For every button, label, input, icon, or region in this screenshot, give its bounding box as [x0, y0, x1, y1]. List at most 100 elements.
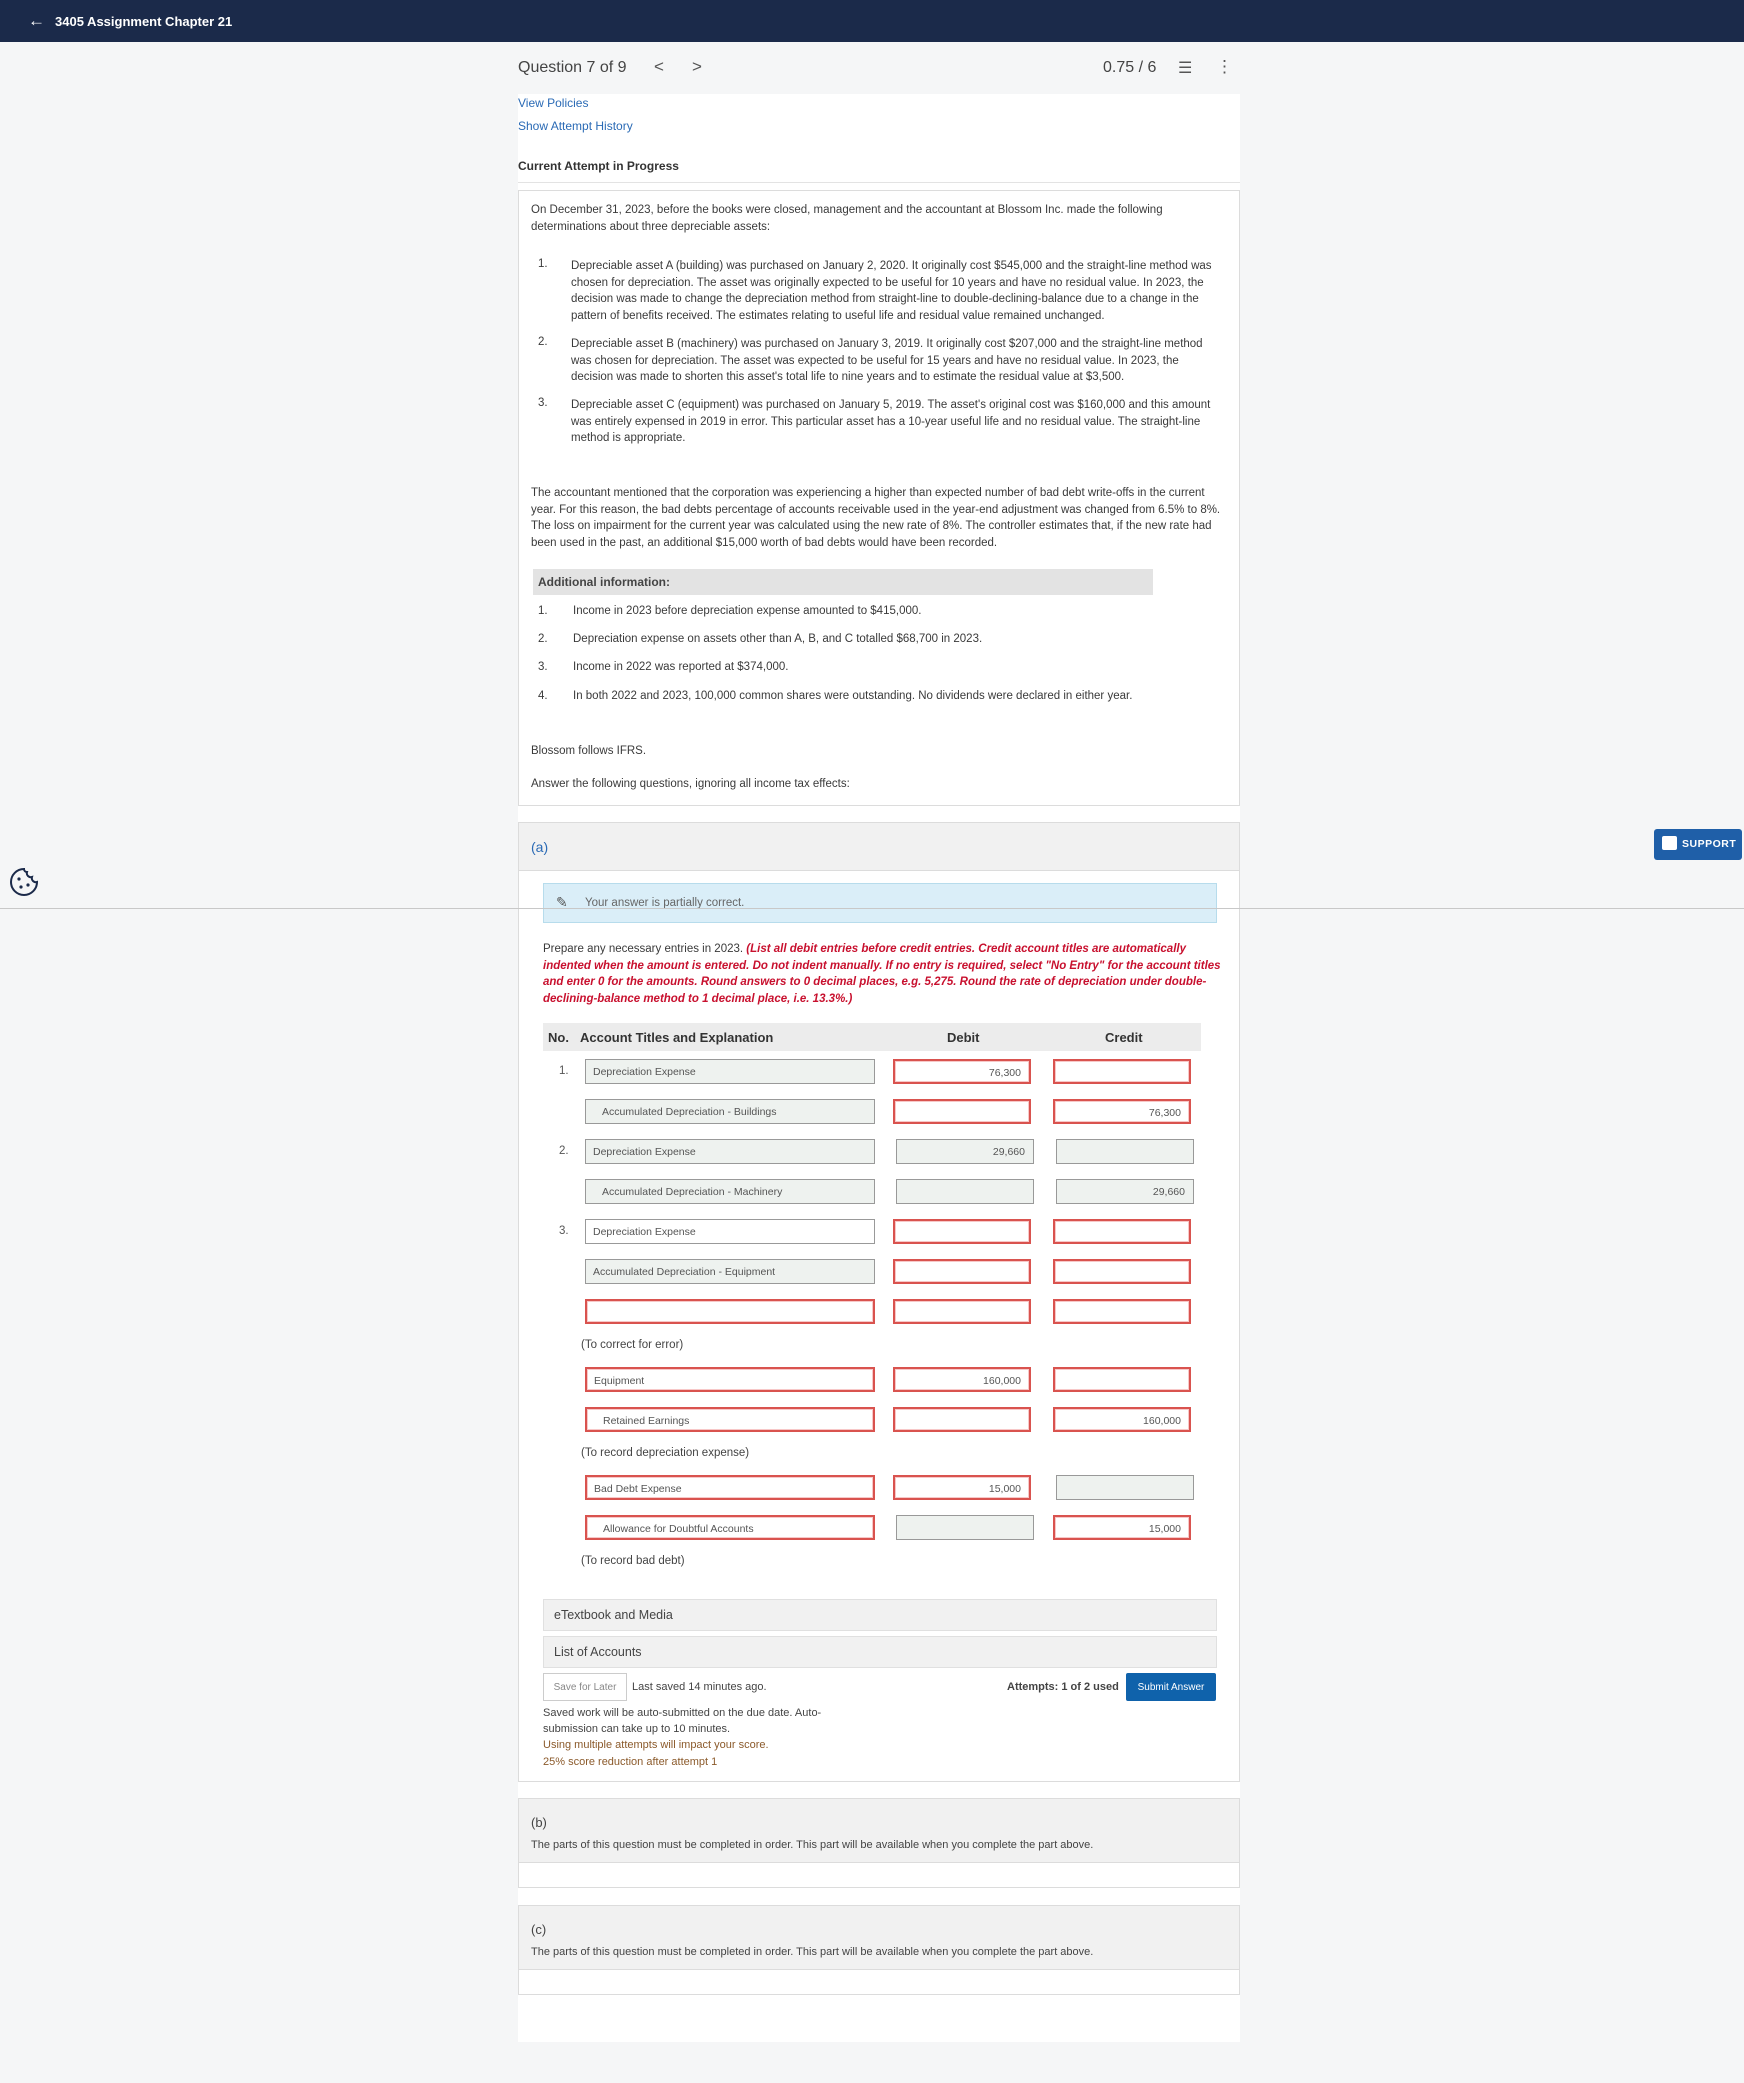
- entry-note: (To correct for error): [581, 1339, 684, 1351]
- part-b-message: The parts of this question must be compl…: [531, 1839, 1094, 1851]
- question-list-icon[interactable]: ☰: [1178, 58, 1192, 78]
- debit-input[interactable]: 160,000: [893, 1367, 1031, 1392]
- account-title-input[interactable]: Equipment: [585, 1367, 875, 1392]
- additional-info-title: Additional information:: [533, 569, 1153, 595]
- assignment-title: 3405 Assignment Chapter 21: [55, 13, 233, 29]
- chat-icon: [1662, 836, 1677, 850]
- part-b-panel: (b) The parts of this question must be c…: [518, 1798, 1240, 1888]
- part-b-label: (b): [531, 1815, 547, 1830]
- attempts-counter: Attempts: 1 of 2 used: [1007, 1681, 1119, 1693]
- asset-c-text: Depreciable asset C (equipment) was purc…: [571, 399, 1211, 444]
- entry-number: 3.: [559, 1225, 569, 1237]
- next-question-button[interactable]: >: [692, 57, 702, 77]
- credit-input[interactable]: [1053, 1259, 1191, 1284]
- entry-note: (To record bad debt): [581, 1555, 685, 1567]
- info-item: Income in 2022 was reported at $374,000.: [573, 661, 789, 673]
- part-c-label: (c): [531, 1922, 547, 1937]
- ifrs-note: Blossom follows IFRS.: [531, 745, 647, 757]
- col-credit: Credit: [1105, 1030, 1143, 1045]
- credit-input[interactable]: [1053, 1059, 1191, 1084]
- score-reduction-text: 25% score reduction after attempt 1: [543, 1756, 718, 1768]
- account-title-input[interactable]: Accumulated Depreciation - Machinery: [585, 1179, 875, 1204]
- answer-prompt: Answer the following questions, ignoring…: [531, 778, 850, 790]
- account-title-input[interactable]: [585, 1299, 875, 1324]
- credit-input[interactable]: 160,000: [1053, 1407, 1191, 1432]
- save-for-later-button[interactable]: Save for Later: [543, 1673, 627, 1701]
- info-item: Income in 2023 before depreciation expen…: [573, 605, 922, 617]
- view-policies-link[interactable]: View Policies: [518, 96, 588, 110]
- credit-input[interactable]: 29,660: [1056, 1179, 1194, 1204]
- info-item: Depreciation expense on assets other tha…: [573, 633, 983, 645]
- question-number: Question 7 of 9: [518, 59, 627, 76]
- debit-input[interactable]: [896, 1179, 1034, 1204]
- info-number: 3.: [538, 661, 548, 673]
- debit-input[interactable]: [893, 1299, 1031, 1324]
- account-title-input[interactable]: Accumulated Depreciation - Equipment: [585, 1259, 875, 1284]
- entry-number: 1.: [559, 1065, 569, 1077]
- show-attempt-history-link[interactable]: Show Attempt History: [518, 119, 633, 133]
- debit-input[interactable]: [893, 1407, 1031, 1432]
- support-label: SUPPORT: [1682, 838, 1737, 850]
- part-a-panel: (a) ✎ Your answer is partially correct. …: [518, 822, 1240, 1782]
- info-item: In both 2022 and 2023, 100,000 common sh…: [573, 690, 1133, 702]
- part-c-panel: (c) The parts of this question must be c…: [518, 1905, 1240, 1995]
- table-header: No. Account Titles and Explanation Debit…: [543, 1023, 1201, 1051]
- debit-input[interactable]: [896, 1515, 1034, 1540]
- etextbook-accordion[interactable]: eTextbook and Media: [543, 1599, 1217, 1631]
- credit-input[interactable]: [1056, 1139, 1194, 1164]
- more-options-icon[interactable]: ⋮: [1216, 57, 1233, 77]
- credit-input[interactable]: 76,300: [1053, 1099, 1191, 1124]
- debit-input[interactable]: [893, 1219, 1031, 1244]
- multiple-attempts-text: Using multiple attempts will impact your…: [543, 1739, 769, 1751]
- debit-input[interactable]: 15,000: [893, 1475, 1031, 1500]
- divider: [518, 182, 1240, 183]
- debit-input[interactable]: [893, 1259, 1031, 1284]
- auto-submit-text: Saved work will be auto-submitted on the…: [543, 1707, 822, 1735]
- debit-input[interactable]: 29,660: [896, 1139, 1034, 1164]
- credit-input[interactable]: [1053, 1299, 1191, 1324]
- arrow-left-icon[interactable]: ←: [28, 11, 45, 31]
- account-title-input[interactable]: Depreciation Expense: [585, 1059, 875, 1084]
- support-button[interactable]: SUPPORT: [1654, 829, 1742, 860]
- credit-input[interactable]: [1053, 1219, 1191, 1244]
- info-number: 2.: [538, 633, 548, 645]
- part-a-label: (a): [531, 839, 549, 855]
- col-debit: Debit: [947, 1030, 980, 1045]
- top-bar: ← 3405 Assignment Chapter 21: [0, 0, 1744, 42]
- question-header: Question 7 of 9 < > 0.75 / 6 ☰ ⋮: [518, 42, 1240, 94]
- list-of-accounts-accordion[interactable]: List of Accounts: [543, 1636, 1217, 1668]
- horizontal-rule: [0, 908, 1744, 909]
- account-title-input[interactable]: Bad Debt Expense: [585, 1475, 875, 1500]
- info-number: 4.: [538, 690, 548, 702]
- entry-number: 2.: [559, 1145, 569, 1157]
- col-account: Account Titles and Explanation: [580, 1030, 774, 1045]
- account-title-input[interactable]: Depreciation Expense: [585, 1139, 875, 1164]
- account-title-input[interactable]: Allowance for Doubtful Accounts: [585, 1515, 875, 1540]
- info-number: 1.: [538, 605, 548, 617]
- entry-note: (To record depreciation expense): [581, 1447, 750, 1459]
- item-number: 2.: [538, 336, 548, 348]
- partial-correct-banner: ✎ Your answer is partially correct.: [543, 883, 1217, 923]
- instructions-plain: Prepare any necessary entries in 2023.: [543, 943, 747, 955]
- credit-input[interactable]: [1056, 1475, 1194, 1500]
- col-no: No.: [548, 1030, 569, 1045]
- last-saved-text: Last saved 14 minutes ago.: [632, 1681, 767, 1693]
- credit-input[interactable]: [1053, 1367, 1191, 1392]
- debit-input[interactable]: [893, 1099, 1031, 1124]
- debit-input[interactable]: 76,300: [893, 1059, 1031, 1084]
- bad-debt-text: The accountant mentioned that the corpor…: [531, 487, 1221, 549]
- submit-answer-button[interactable]: Submit Answer: [1126, 1673, 1216, 1701]
- item-number: 1.: [538, 258, 548, 270]
- account-title-input[interactable]: Retained Earnings: [585, 1407, 875, 1432]
- prev-question-button[interactable]: <: [654, 57, 664, 77]
- account-title-input[interactable]: Accumulated Depreciation - Buildings: [585, 1099, 875, 1124]
- question-text-box: On December 31, 2023, before the books w…: [518, 190, 1240, 806]
- account-title-input[interactable]: Depreciation Expense: [585, 1219, 875, 1244]
- attempt-status-title: Current Attempt in Progress: [518, 159, 679, 173]
- part-a-header[interactable]: (a): [519, 823, 1239, 871]
- asset-a-text: Depreciable asset A (building) was purch…: [571, 260, 1212, 322]
- item-number: 3.: [538, 397, 548, 409]
- cookie-icon[interactable]: [8, 866, 40, 898]
- credit-input[interactable]: 15,000: [1053, 1515, 1191, 1540]
- question-score: 0.75 / 6: [1103, 59, 1157, 76]
